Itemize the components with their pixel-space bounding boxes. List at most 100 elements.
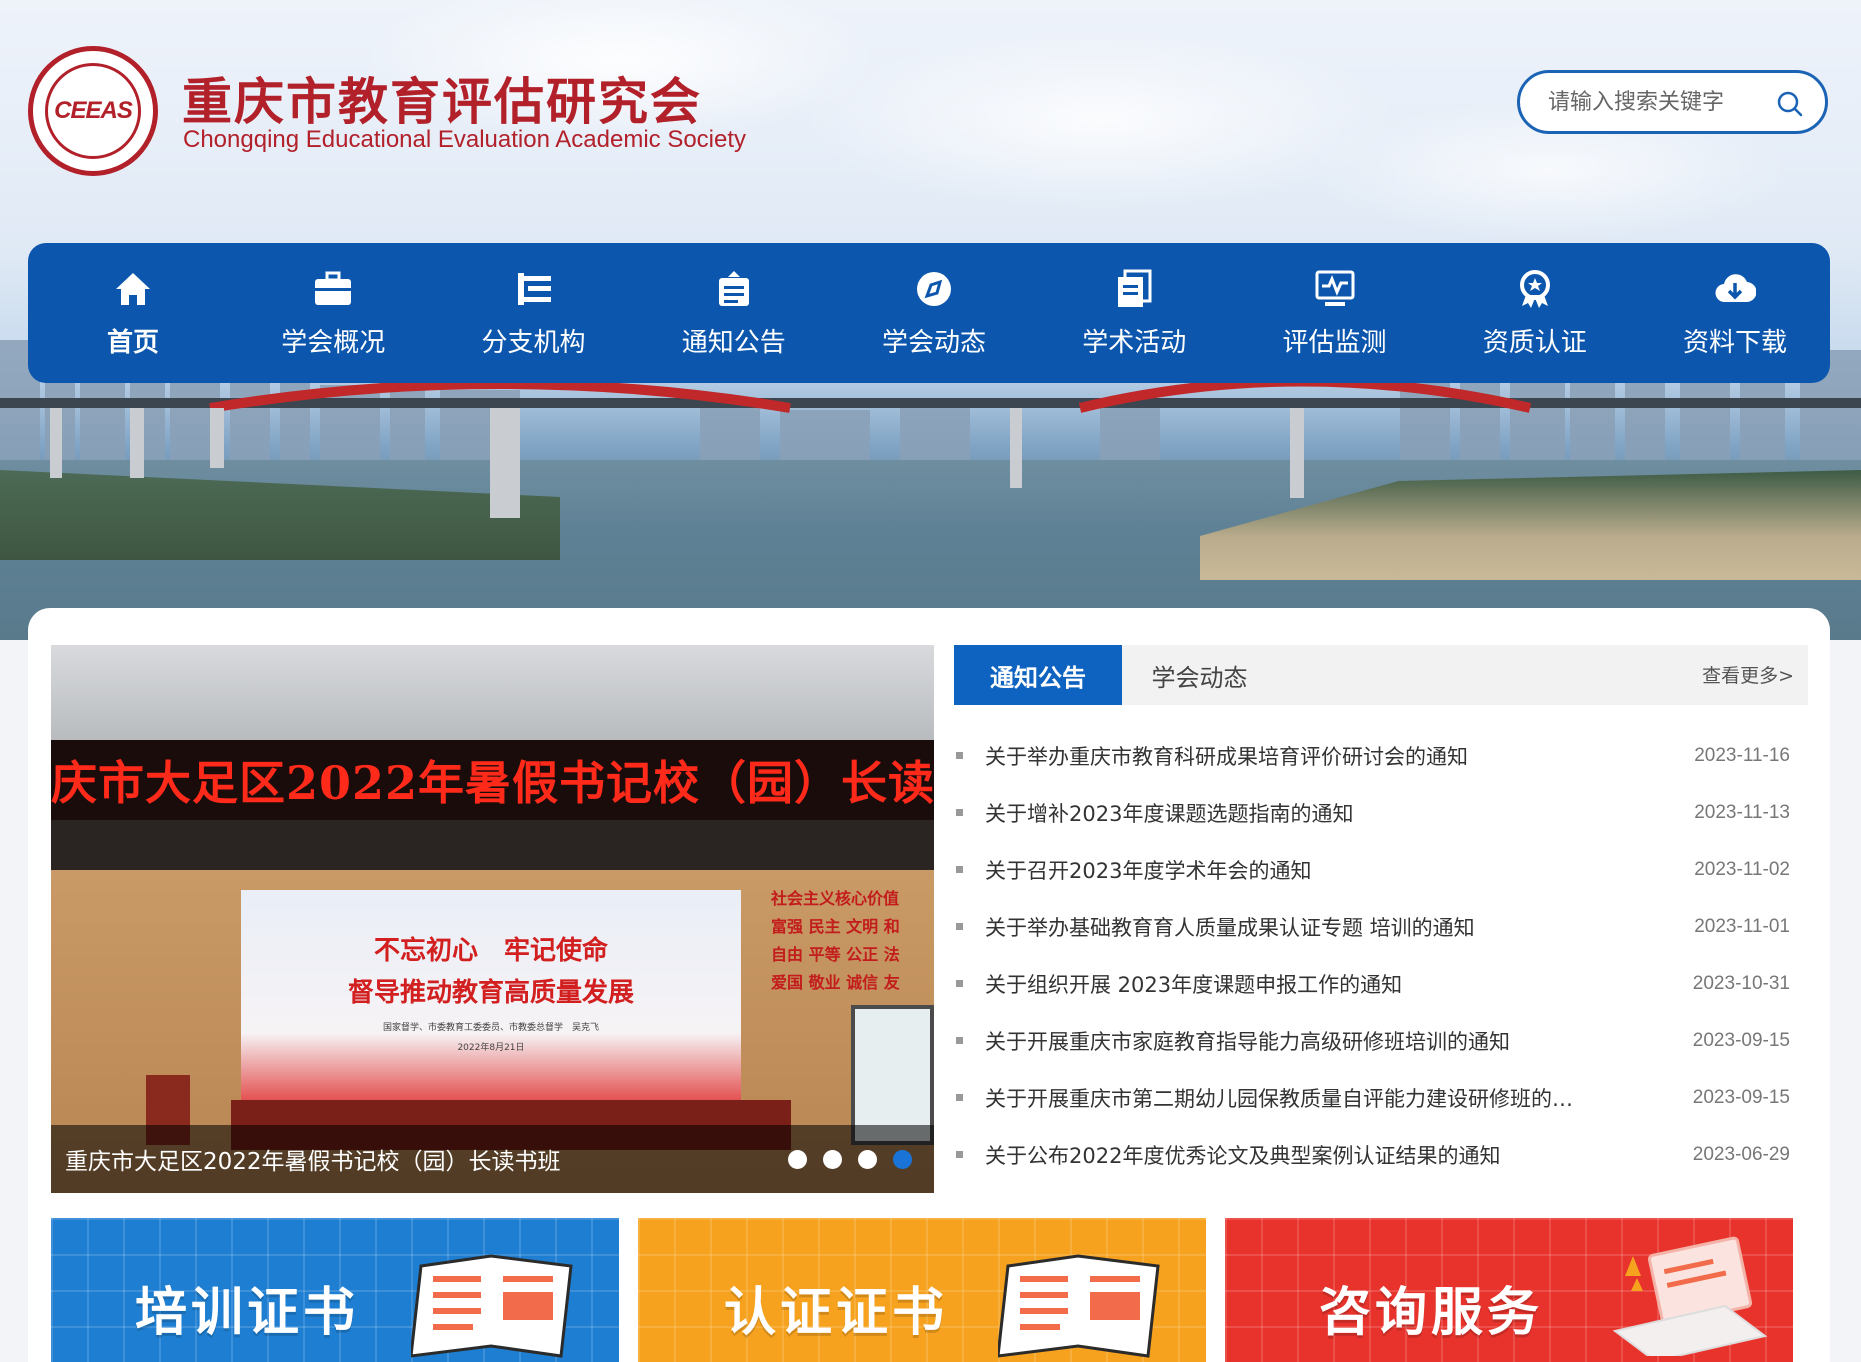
search-input[interactable] — [1548, 89, 1768, 115]
nav-item-certification[interactable]: 资质认证 — [1460, 243, 1610, 383]
news-item[interactable]: 关于开展重庆市第二期幼儿园保教质量自评能力建设研修班的… 2023-09-15 — [954, 1069, 1808, 1126]
briefcase-icon — [315, 271, 352, 305]
nav-label: 通知公告 — [681, 327, 786, 358]
logo-emblem: CEEAS — [45, 63, 141, 159]
door — [851, 1005, 934, 1145]
card-certification-certificate[interactable]: 认证证书 — [638, 1218, 1206, 1362]
main-nav: 首页 学会概况 分支机构 通知公告 学会动态 学术活动 评估监测 资质认证 资料… — [28, 243, 1830, 383]
site-title: 重庆市教育评估研究会 — [182, 73, 702, 131]
slider-dot-2[interactable] — [823, 1150, 842, 1169]
nav-label: 资料下载 — [1682, 327, 1787, 358]
values-board: 社会主义核心价值 富强 民主 文明 和 自由 平等 公正 法 爱国 敬业 诚信 … — [761, 885, 934, 995]
award-icon — [1519, 269, 1550, 308]
bullet-icon — [956, 1037, 963, 1044]
news-date: 2023-09-15 — [1692, 1086, 1790, 1108]
slide-caption[interactable]: 重庆市大足区2022年暑假书记校（园）长读书班 — [65, 1142, 561, 1176]
news-item[interactable]: 关于举办基础教育育人质量成果认证专题 培训的通知 2023-11-01 — [954, 898, 1808, 955]
slide-ceiling — [51, 645, 934, 740]
news-date: 2023-11-01 — [1694, 915, 1790, 937]
news-title[interactable]: 关于召开2023年度学术年会的通知 — [985, 855, 1625, 885]
slider-dot-1[interactable] — [788, 1150, 807, 1169]
bullet-icon — [956, 866, 963, 873]
news-title[interactable]: 关于公布2022年度优秀论文及典型案例认证结果的通知 — [985, 1140, 1625, 1170]
page: CEEAS 重庆市教育评估研究会 Chongqing Educational E… — [0, 0, 1861, 1362]
nav-item-branches[interactable]: 分支机构 — [459, 243, 609, 383]
news-date: 2023-11-16 — [1694, 744, 1790, 766]
tree-list-icon — [517, 272, 551, 305]
nav-item-evaluation[interactable]: 评估监测 — [1260, 243, 1410, 383]
slider-dot-3[interactable] — [858, 1150, 877, 1169]
nav-label: 学术活动 — [1082, 327, 1187, 358]
news-title[interactable]: 关于增补2023年度课题选题指南的通知 — [985, 798, 1625, 828]
news-title[interactable]: 关于开展重庆市家庭教育指导能力高级研修班培训的通知 — [985, 1026, 1625, 1056]
bullet-icon — [956, 1151, 963, 1158]
tab-news[interactable]: 学会动态 — [1122, 645, 1277, 705]
news-item[interactable]: 关于开展重庆市家庭教育指导能力高级研修班培训的通知 2023-09-15 — [954, 1012, 1808, 1069]
news-item[interactable]: 关于召开2023年度学术年会的通知 2023-11-02 — [954, 841, 1808, 898]
card-label: 咨询服务 — [1319, 1283, 1544, 1343]
nav-item-downloads[interactable]: 资料下载 — [1660, 243, 1810, 383]
card-consulting-service[interactable]: 咨询服务 — [1225, 1218, 1793, 1362]
news-title[interactable]: 关于开展重庆市第二期幼儿园保教质量自评能力建设研修班的… — [985, 1083, 1625, 1113]
logo-text: CEEAS — [54, 97, 133, 124]
slider-dot-4[interactable] — [893, 1150, 912, 1169]
news-panel: 通知公告 学会动态 查看更多> 关于举办重庆市教育科研成果培育评价研讨会的通知 2… — [954, 645, 1808, 1193]
slider-dots — [788, 1150, 912, 1169]
notice-icon — [718, 270, 749, 306]
news-item[interactable]: 关于公布2022年度优秀论文及典型案例认证结果的通知 2023-06-29 — [954, 1126, 1808, 1183]
nav-item-news[interactable]: 学会动态 — [859, 243, 1009, 383]
nav-label: 首页 — [106, 327, 159, 358]
news-item[interactable]: 关于增补2023年度课题选题指南的通知 2023-11-13 — [954, 784, 1808, 841]
tab-notices[interactable]: 通知公告 — [954, 645, 1122, 705]
nav-label: 分支机构 — [481, 327, 586, 358]
screen-line-4: 2022年8月21日 — [457, 1043, 525, 1053]
search-icon[interactable] — [1777, 91, 1803, 117]
compass-icon — [917, 271, 951, 306]
screen-line-3: 国家督学、市委教育工委委员、市教委总督学 吴克飞 — [382, 1023, 599, 1033]
more-link[interactable]: 查看更多> — [1702, 661, 1794, 688]
card-training-certificate[interactable]: 培训证书 — [51, 1218, 619, 1362]
monitor-icon — [1315, 270, 1354, 306]
news-item[interactable]: 关于组织开展 2023年度课题申报工作的通知 2023-10-31 — [954, 955, 1808, 1012]
slide-banner: 庆市大足区2022年暑假书记校（园）长读书 — [51, 740, 934, 820]
values-line-4: 爱国 敬业 诚信 友 — [771, 973, 900, 992]
site-subtitle: Chongqing Educational Evaluation Academi… — [183, 126, 747, 153]
bullet-icon — [956, 980, 963, 987]
bullet-icon — [956, 923, 963, 930]
news-title[interactable]: 关于举办基础教育育人质量成果认证专题 培训的通知 — [985, 912, 1625, 942]
news-date: 2023-10-31 — [1692, 972, 1790, 994]
stage-lights — [51, 820, 934, 870]
bridge — [0, 380, 1861, 518]
cloud-download-icon — [1715, 273, 1756, 302]
card-label: 认证证书 — [724, 1283, 949, 1343]
news-date: 2023-11-02 — [1694, 858, 1790, 880]
screen-line-2: 督导推动教育高质量发展 — [347, 978, 634, 1008]
book-icon — [998, 1254, 1160, 1358]
news-date: 2023-06-29 — [1692, 1143, 1790, 1165]
nav-item-academic[interactable]: 学术活动 — [1059, 243, 1209, 383]
values-line-3: 自由 平等 公正 法 — [771, 945, 900, 964]
bullet-icon — [956, 752, 963, 759]
news-date: 2023-09-15 — [1692, 1029, 1790, 1051]
photo-slider[interactable]: 庆市大足区2022年暑假书记校（园）长读书 不忘初心 牢记使命 督导推动教育高质… — [51, 645, 934, 1193]
screen-line-1: 不忘初心 牢记使命 — [373, 936, 608, 966]
values-line-1: 社会主义核心价值 — [771, 889, 900, 908]
news-tabbar: 通知公告 学会动态 查看更多> — [954, 645, 1808, 705]
values-line-2: 富强 民主 文明 和 — [771, 917, 900, 936]
nav-item-notices[interactable]: 通知公告 — [659, 243, 809, 383]
nav-label: 学会动态 — [881, 327, 986, 358]
laptop-icon — [1612, 1236, 1768, 1356]
site-logo[interactable]: CEEAS — [28, 46, 158, 176]
book-icon — [411, 1254, 573, 1358]
document-icon — [1118, 269, 1152, 307]
card-label: 培训证书 — [135, 1283, 360, 1343]
nav-item-about[interactable]: 学会概况 — [258, 243, 408, 383]
news-list: 关于举办重庆市教育科研成果培育评价研讨会的通知 2023-11-16 关于增补20… — [954, 727, 1808, 1183]
news-title[interactable]: 关于组织开展 2023年度课题申报工作的通知 — [985, 969, 1625, 999]
nav-item-home[interactable]: 首页 — [58, 243, 208, 383]
search-box — [1517, 70, 1828, 134]
home-icon — [116, 272, 150, 305]
news-item[interactable]: 关于举办重庆市教育科研成果培育评价研讨会的通知 2023-11-16 — [954, 727, 1808, 784]
news-title[interactable]: 关于举办重庆市教育科研成果培育评价研讨会的通知 — [985, 741, 1625, 771]
nav-label: 学会概况 — [281, 327, 386, 358]
